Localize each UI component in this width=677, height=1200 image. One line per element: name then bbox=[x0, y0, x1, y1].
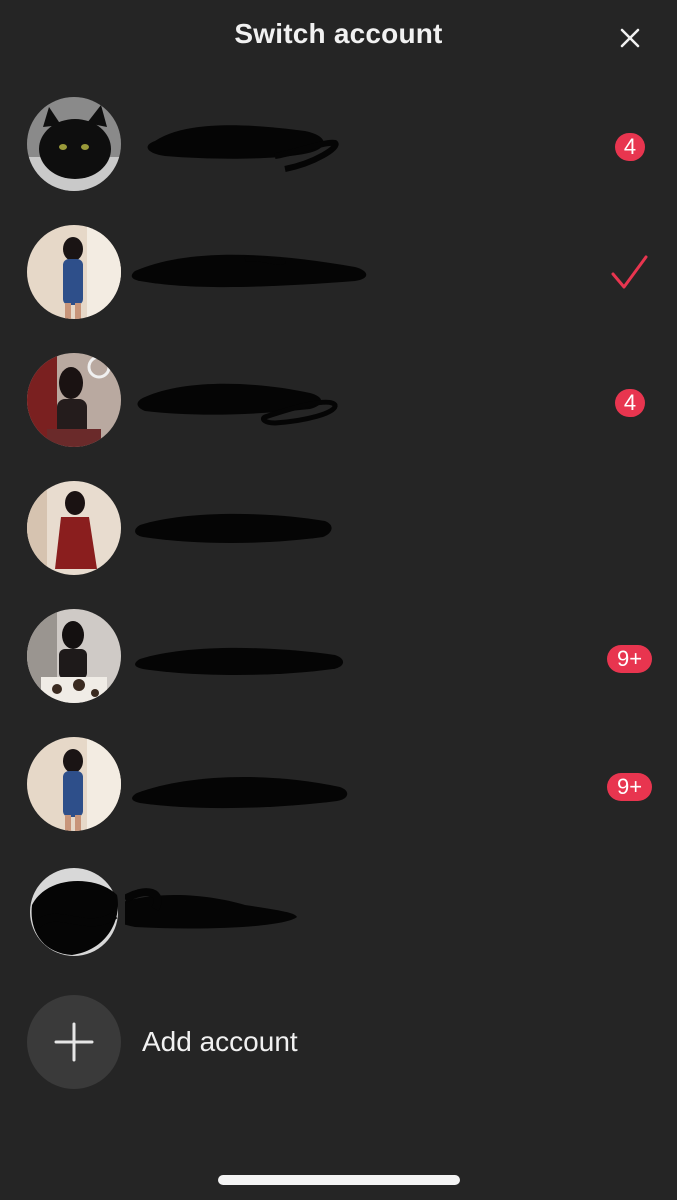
avatar bbox=[27, 481, 121, 575]
username-redacted bbox=[125, 229, 385, 319]
add-account-label: Add account bbox=[142, 1026, 298, 1057]
add-account-button[interactable]: Add account bbox=[0, 990, 677, 1094]
home-indicator bbox=[218, 1175, 460, 1185]
avatar bbox=[27, 225, 121, 319]
username-redacted bbox=[125, 869, 385, 959]
checkmark-icon bbox=[608, 252, 650, 294]
username-redacted bbox=[125, 357, 385, 447]
account-row[interactable]: 9+ bbox=[0, 716, 677, 844]
avatar bbox=[27, 353, 121, 447]
account-list: 4 4 9+ 9+ bbox=[0, 76, 677, 956]
notification-badge: 4 bbox=[615, 133, 645, 161]
username-redacted bbox=[125, 485, 385, 575]
avatar bbox=[27, 97, 121, 191]
notification-badge: 4 bbox=[615, 389, 645, 417]
avatar bbox=[27, 609, 121, 703]
account-row[interactable] bbox=[0, 204, 677, 332]
close-icon bbox=[620, 28, 640, 48]
notification-badge: 9+ bbox=[607, 773, 652, 801]
notification-badge: 9+ bbox=[607, 645, 652, 673]
account-row[interactable] bbox=[0, 460, 677, 588]
username-redacted bbox=[125, 613, 385, 703]
add-account-circle bbox=[27, 995, 121, 1089]
plus-icon bbox=[54, 1022, 94, 1062]
page-title: Switch account bbox=[234, 18, 443, 49]
avatar bbox=[27, 865, 121, 959]
account-row[interactable]: 4 bbox=[0, 76, 677, 204]
username-redacted bbox=[125, 741, 385, 831]
account-row[interactable]: 4 bbox=[0, 332, 677, 460]
avatar bbox=[27, 737, 121, 831]
account-row[interactable] bbox=[0, 844, 677, 972]
account-row[interactable]: 9+ bbox=[0, 588, 677, 716]
username-redacted bbox=[125, 101, 385, 191]
close-button[interactable] bbox=[612, 20, 648, 56]
header: Switch account bbox=[0, 0, 677, 76]
